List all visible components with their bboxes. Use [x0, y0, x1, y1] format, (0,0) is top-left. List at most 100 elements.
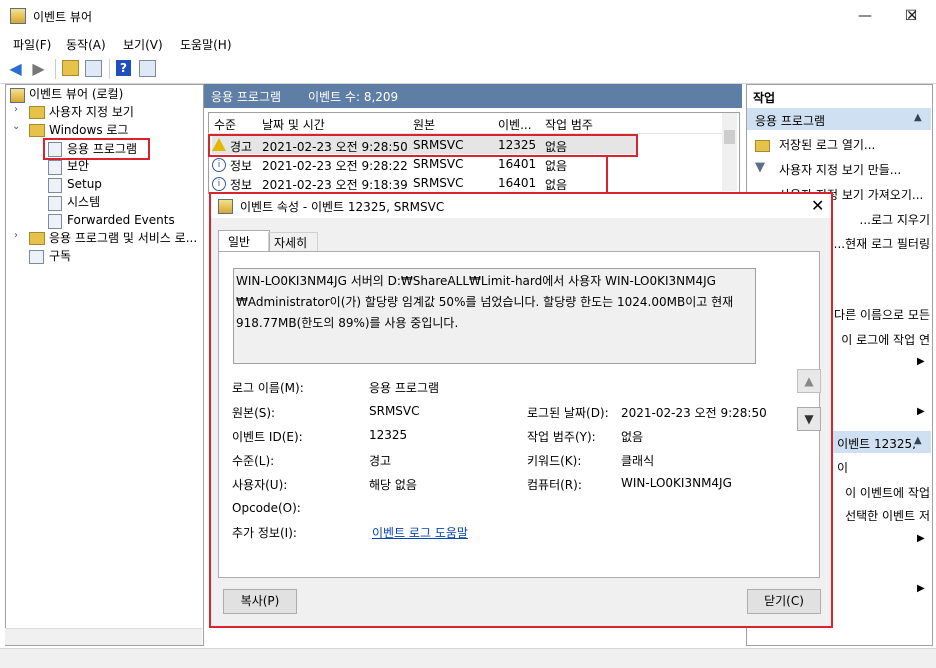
- close-window-button[interactable]: ✕: [888, 0, 936, 32]
- action-clear-log[interactable]: 로그 지우기...: [835, 211, 930, 225]
- collapse-icon[interactable]: ⌄: [12, 121, 20, 132]
- open-folder-icon: [755, 140, 770, 152]
- tree-security[interactable]: 보안: [67, 157, 89, 175]
- tab-general-label: 일반: [228, 235, 251, 249]
- window-title: 이벤트 뷰어: [33, 10, 93, 24]
- tree-application[interactable]: 응용 프로그램: [67, 140, 137, 158]
- dialog-close-icon[interactable]: ✕: [811, 196, 824, 215]
- info-icon: i: [212, 177, 226, 191]
- source-value: SRMSVC: [369, 404, 420, 418]
- column-category[interactable]: 작업 범주: [545, 116, 593, 133]
- column-event-id[interactable]: 이벤...: [498, 116, 532, 133]
- row-event-id: 16401: [498, 176, 537, 190]
- actions-header: 작업: [753, 91, 776, 105]
- filter-icon: ▼: [755, 160, 765, 175]
- source-label: 원본(S):: [232, 406, 276, 420]
- next-event-down-arrow-icon[interactable]: ▼: [797, 407, 821, 431]
- row-event-id: 16401: [498, 157, 537, 171]
- column-source[interactable]: 원본: [413, 116, 435, 133]
- tree-windows-logs[interactable]: Windows 로그: [49, 121, 128, 139]
- opcode-label: Opcode(O):: [232, 501, 301, 515]
- show-hide-tree-icon[interactable]: [85, 60, 102, 77]
- scrollbar-thumb[interactable]: [724, 130, 735, 144]
- row-datetime: 2021-02-23 오전 9:28:22: [262, 159, 408, 173]
- folder-icon: [29, 124, 45, 137]
- tree-custom-views[interactable]: 사용자 지정 보기: [49, 103, 134, 121]
- close-button[interactable]: 닫기(C): [747, 589, 821, 614]
- action-attach-task-event[interactable]: 이 이벤트에 작업 연결...: [834, 484, 930, 498]
- tree-setup[interactable]: Setup: [67, 175, 102, 193]
- action-save-selected[interactable]: 선택한 이벤트 저장...: [834, 507, 930, 521]
- help-icon[interactable]: ?: [116, 60, 131, 76]
- log-icon: [48, 178, 62, 193]
- previous-event-up-arrow-icon[interactable]: ▲: [797, 369, 821, 393]
- log-name-label: 로그 이름(M):: [232, 381, 304, 395]
- action-create-custom-view[interactable]: 사용자 지정 보기 만들...: [779, 161, 901, 178]
- forward-icon[interactable]: ▶: [30, 60, 47, 77]
- row-category: 없음: [545, 159, 568, 173]
- highlight-connector: [606, 157, 608, 193]
- menu-help[interactable]: 도움말(H): [180, 36, 232, 53]
- event-id-label: 이벤트 ID(E):: [232, 430, 303, 444]
- level-label: 수준(L):: [232, 454, 275, 468]
- row-level: 정보: [230, 178, 253, 192]
- folder-up-icon[interactable]: [62, 60, 79, 76]
- folder-icon: [29, 106, 45, 119]
- center-header: [204, 84, 742, 108]
- level-value: 경고: [369, 454, 392, 468]
- row-datetime: 2021-02-23 오전 9:18:39: [262, 178, 408, 192]
- log-icon: [48, 142, 62, 157]
- menu-view[interactable]: 보기(V): [123, 36, 163, 53]
- action-attach-task-log[interactable]: 이 로그에 작업 연결...: [834, 331, 930, 345]
- copy-button[interactable]: 복사(P): [223, 589, 297, 614]
- category-value: 없음: [621, 430, 644, 444]
- toolbar-divider: [55, 59, 56, 79]
- user-label: 사용자(U):: [232, 478, 288, 492]
- title-bar: [0, 0, 936, 32]
- expand-icon[interactable]: ›: [14, 230, 18, 241]
- log-name-value: 응용 프로그램: [369, 381, 440, 395]
- logged-value: 2021-02-23 오전 9:28:50: [621, 406, 767, 420]
- actions-section-event-title: 이벤트 12325, SRMSVC: [837, 437, 916, 449]
- collapse-up-icon[interactable]: ▲: [914, 112, 922, 123]
- action-event-properties[interactable]: 이벤트 속성: [834, 459, 848, 473]
- logged-label: 로그된 날짜(D):: [527, 406, 609, 420]
- action-save-all-as[interactable]: 다른 이름으로 모든 이...: [834, 306, 930, 320]
- navigation-tree: [5, 84, 204, 646]
- back-icon[interactable]: ◀: [7, 60, 24, 77]
- event-log-help-link[interactable]: 이벤트 로그 도움말: [372, 524, 468, 541]
- expand-icon[interactable]: ›: [14, 104, 18, 115]
- event-description: WIN-LO0KI3NM4JG 서버의 D:₩ShareALL₩Limit-ha…: [236, 274, 734, 330]
- actions-section-log-title: 응용 프로그램: [755, 114, 826, 128]
- horizontal-scrollbar[interactable]: [5, 628, 202, 645]
- dialog-app-icon: [218, 199, 233, 214]
- log-icon: [48, 196, 62, 211]
- menu-action[interactable]: 동작(A): [66, 36, 106, 53]
- computer-value: WIN-LO0KI3NM4JG: [621, 476, 732, 490]
- column-level[interactable]: 수준: [214, 116, 236, 133]
- subscription-icon: [29, 250, 44, 264]
- tree-root-event-viewer[interactable]: 이벤트 뷰어 (로컬): [29, 85, 123, 103]
- tab-details-label: 자세히: [274, 236, 308, 250]
- status-bar: [0, 648, 936, 668]
- tree-subscriptions[interactable]: 구독: [49, 247, 71, 265]
- action-open-saved-log[interactable]: 저장된 로그 열기...: [779, 136, 875, 153]
- action-filter-log[interactable]: 현재 로그 필터링...: [832, 235, 930, 249]
- menu-file[interactable]: 파일(F): [13, 36, 51, 53]
- computer-label: 컴퓨터(R):: [527, 478, 582, 492]
- event-viewer-icon: [10, 88, 25, 103]
- tree-system[interactable]: 시스템: [67, 193, 100, 211]
- submenu-arrow-icon: ▶: [917, 356, 925, 367]
- keyword-label: 키워드(K):: [527, 454, 582, 468]
- show-action-pane-icon[interactable]: [139, 60, 156, 77]
- submenu-arrow-icon: ▶: [917, 406, 925, 417]
- keyword-value: 클래식: [621, 454, 655, 468]
- tree-forwarded-events[interactable]: Forwarded Events: [67, 211, 175, 229]
- column-datetime[interactable]: 날짜 및 시간: [262, 116, 325, 133]
- row-source: SRMSVC: [413, 176, 464, 190]
- folder-icon: [29, 232, 45, 245]
- more-info-label: 추가 정보(I):: [232, 526, 297, 540]
- list-scrollbar[interactable]: [722, 113, 737, 191]
- tree-apps-services[interactable]: 응용 프로그램 및 서비스 로...: [49, 229, 197, 247]
- collapse-up-icon[interactable]: ▲: [914, 435, 922, 446]
